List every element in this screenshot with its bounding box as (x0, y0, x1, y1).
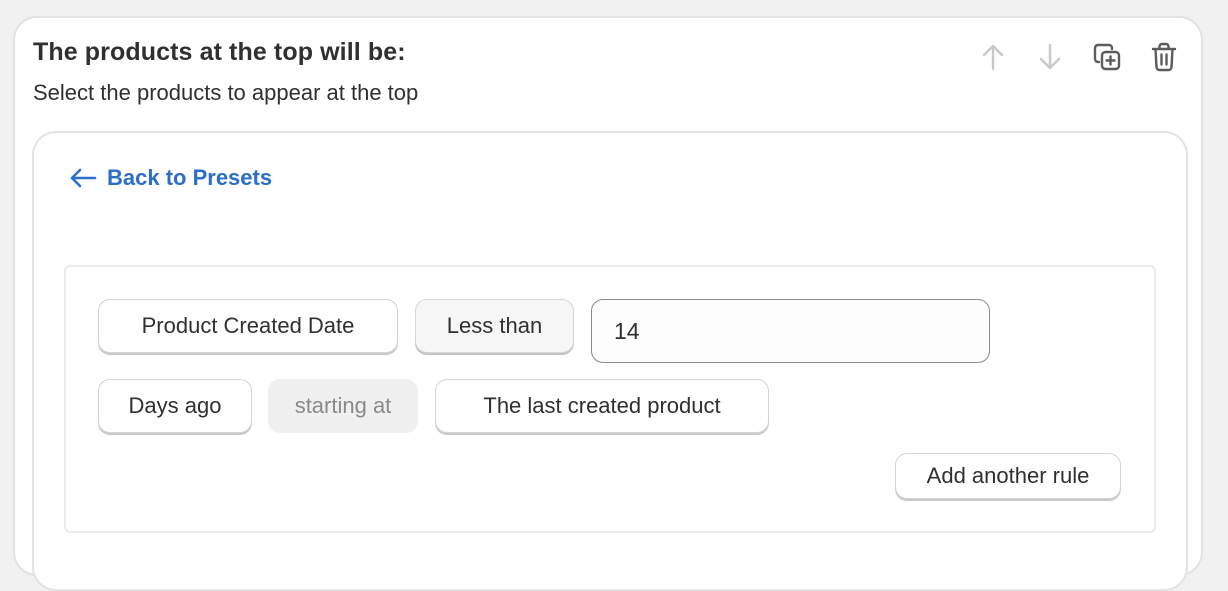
back-to-presets-label: Back to Presets (107, 165, 273, 190)
arrow-left-icon (70, 168, 97, 188)
preset-panel: Back to Presets Product Created Date Les… (32, 131, 1188, 591)
duplicate-icon (1093, 43, 1121, 71)
field-select-label: Product Created Date (141, 313, 355, 338)
arrow-up-icon (982, 44, 1004, 71)
rule-value-input[interactable] (591, 299, 990, 363)
operator-select-label: Less than (446, 313, 543, 338)
move-up-button[interactable] (976, 40, 1010, 74)
rule-builder: Product Created Date Less than Days ago … (64, 265, 1156, 533)
unit-select-button[interactable]: Days ago (98, 379, 252, 433)
duplicate-button[interactable] (1090, 40, 1124, 74)
field-select-button[interactable]: Product Created Date (98, 299, 398, 353)
add-another-rule-label: Add another rule (926, 463, 1090, 488)
delete-button[interactable] (1147, 40, 1181, 74)
card-title: The products at the top will be: (33, 38, 406, 66)
move-down-button[interactable] (1033, 40, 1067, 74)
trash-icon (1151, 42, 1177, 72)
rule-card: The products at the top will be: Select … (13, 16, 1203, 591)
arrow-down-icon (1039, 43, 1061, 70)
connector-chip: starting at (268, 379, 418, 433)
unit-select-label: Days ago (128, 393, 222, 418)
card-subtitle: Select the products to appear at the top (33, 80, 419, 105)
reference-select-label: The last created product (483, 393, 721, 418)
card-actions (976, 40, 1181, 74)
back-to-presets-link[interactable]: Back to Presets (69, 165, 272, 191)
add-another-rule-button[interactable]: Add another rule (895, 453, 1121, 499)
connector-text: starting at (294, 393, 392, 418)
operator-select-button[interactable]: Less than (415, 299, 574, 353)
reference-select-button[interactable]: The last created product (435, 379, 769, 433)
